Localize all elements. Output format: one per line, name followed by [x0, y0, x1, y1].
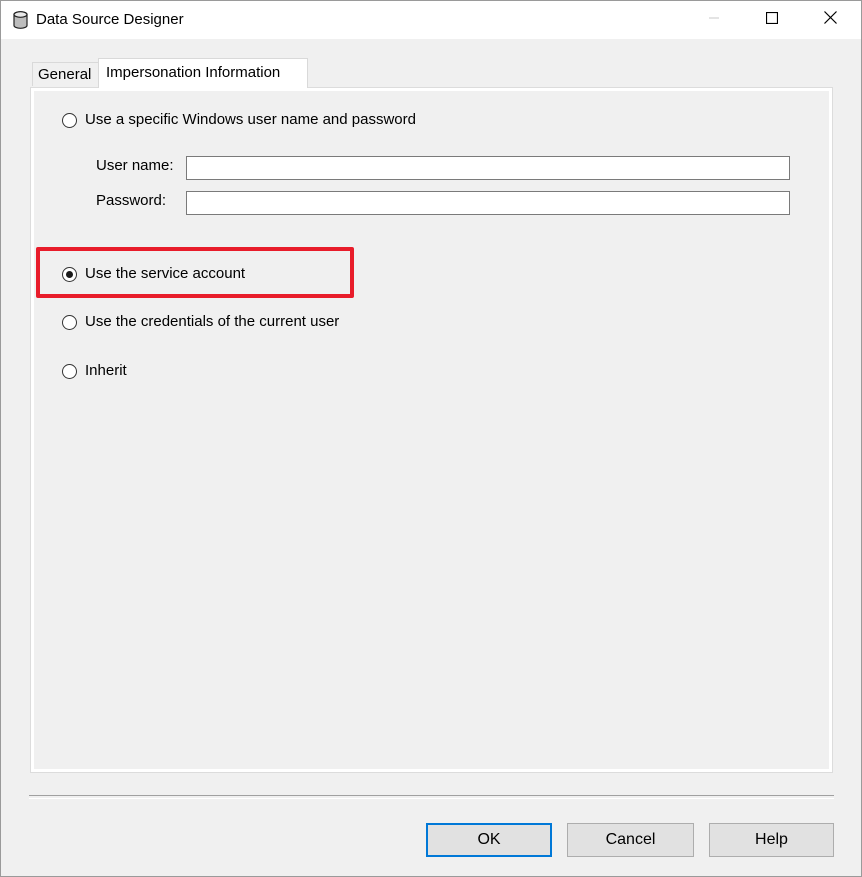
label-password: Password: — [96, 192, 167, 209]
close-icon — [823, 11, 837, 29]
tab-panel — [30, 87, 833, 773]
highlight-annotation — [36, 247, 354, 298]
help-button[interactable]: Help — [709, 823, 834, 857]
user-name-input[interactable] — [186, 156, 790, 180]
radio-current-user[interactable] — [62, 315, 77, 330]
password-input[interactable] — [186, 191, 790, 215]
label-specific-user[interactable]: Use a specific Windows user name and pas… — [85, 111, 416, 128]
radio-specific-user[interactable] — [62, 113, 77, 128]
database-icon — [13, 11, 28, 29]
maximize-button[interactable] — [743, 1, 801, 39]
label-current-user[interactable]: Use the credentials of the current user — [85, 313, 339, 330]
window-title: Data Source Designer — [36, 11, 184, 28]
maximize-icon — [765, 11, 779, 29]
ok-button[interactable]: OK — [426, 823, 552, 857]
footer-separator — [29, 795, 834, 799]
cancel-button[interactable]: Cancel — [567, 823, 694, 857]
label-user-name: User name: — [96, 157, 174, 174]
minimize-button[interactable] — [685, 1, 743, 39]
dialog-window: Data Source Designer General Impersonati… — [0, 0, 862, 877]
tab-impersonation-information[interactable]: Impersonation Information — [98, 58, 308, 88]
tab-general[interactable]: General — [32, 62, 99, 86]
label-inherit[interactable]: Inherit — [85, 362, 127, 379]
title-bar[interactable]: Data Source Designer — [1, 1, 861, 39]
close-button[interactable] — [801, 1, 859, 39]
minimize-icon — [708, 11, 720, 29]
radio-inherit[interactable] — [62, 364, 77, 379]
